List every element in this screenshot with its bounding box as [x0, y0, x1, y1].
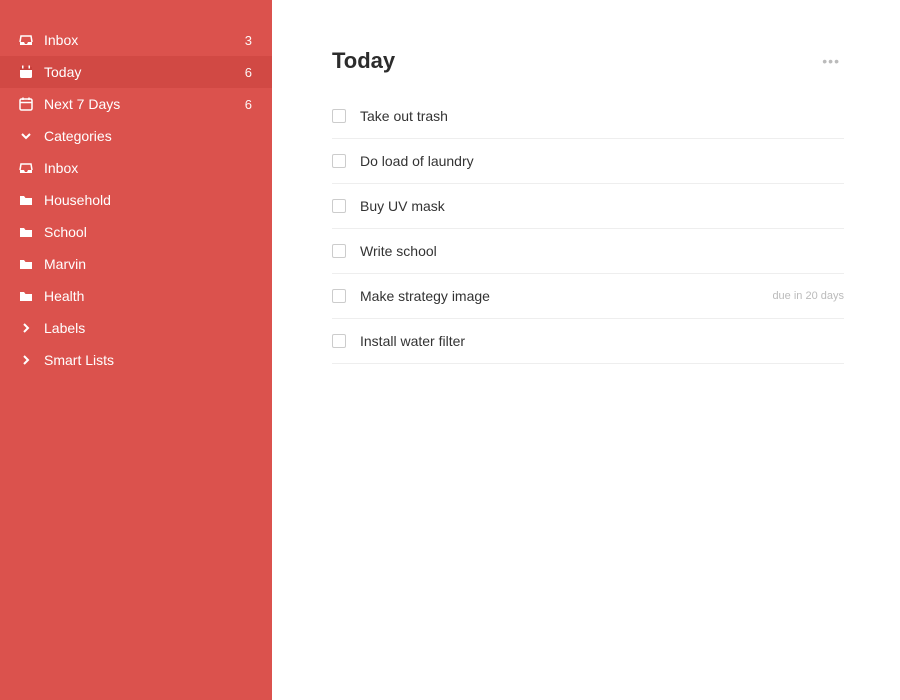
- sidebar-category-health[interactable]: Health: [0, 280, 272, 312]
- sidebar-category-marvin[interactable]: Marvin: [0, 248, 272, 280]
- sidebar-item-label: Marvin: [44, 256, 252, 272]
- sidebar-item-label: Next 7 Days: [44, 96, 245, 112]
- task-checkbox[interactable]: [332, 244, 346, 258]
- more-icon: •••: [822, 53, 840, 69]
- sidebar-item-label: Inbox: [44, 32, 245, 48]
- sidebar-item-count: 6: [245, 65, 252, 80]
- task-row[interactable]: Take out trash: [332, 94, 844, 139]
- calendar-icon: [18, 96, 34, 112]
- sidebar-category-inbox[interactable]: Inbox: [0, 152, 272, 184]
- folder-icon: [18, 192, 34, 208]
- sidebar-section-label: Labels: [44, 320, 252, 336]
- task-checkbox[interactable]: [332, 199, 346, 213]
- task-row[interactable]: Do load of laundry: [332, 139, 844, 184]
- task-checkbox[interactable]: [332, 289, 346, 303]
- chevron-right-icon: [18, 320, 34, 336]
- task-title: Buy UV mask: [360, 198, 844, 214]
- task-title: Install water filter: [360, 333, 844, 349]
- sidebar-item-label: School: [44, 224, 252, 240]
- task-checkbox[interactable]: [332, 334, 346, 348]
- task-row[interactable]: Write school: [332, 229, 844, 274]
- sidebar-section-smartlists[interactable]: Smart Lists: [0, 344, 272, 376]
- sidebar-item-today[interactable]: Today 6: [0, 56, 272, 88]
- main-content: Today ••• Take out trash Do load of laun…: [272, 0, 900, 700]
- sidebar-category-school[interactable]: School: [0, 216, 272, 248]
- chevron-right-icon: [18, 352, 34, 368]
- page-title: Today: [332, 48, 818, 74]
- sidebar-item-label: Inbox: [44, 160, 252, 176]
- header: Today •••: [332, 48, 844, 74]
- sidebar-item-inbox[interactable]: Inbox 3: [0, 24, 272, 56]
- folder-icon: [18, 256, 34, 272]
- sidebar-item-next7days[interactable]: Next 7 Days 6: [0, 88, 272, 120]
- task-meta: due in 20 days: [772, 290, 844, 302]
- folder-icon: [18, 224, 34, 240]
- task-row[interactable]: Install water filter: [332, 319, 844, 364]
- sidebar: Inbox 3 Today 6 Next 7 Days 6: [0, 0, 272, 700]
- sidebar-item-label: Health: [44, 288, 252, 304]
- sidebar-section-labels[interactable]: Labels: [0, 312, 272, 344]
- today-icon: [18, 64, 34, 80]
- sidebar-item-count: 3: [245, 33, 252, 48]
- sidebar-section-label: Categories: [44, 128, 252, 144]
- sidebar-item-label: Household: [44, 192, 252, 208]
- task-checkbox[interactable]: [332, 154, 346, 168]
- task-title: Make strategy image: [360, 288, 772, 304]
- inbox-icon: [18, 160, 34, 176]
- task-title: Take out trash: [360, 108, 844, 124]
- task-list: Take out trash Do load of laundry Buy UV…: [332, 94, 844, 364]
- more-menu-button[interactable]: •••: [818, 49, 844, 73]
- task-checkbox[interactable]: [332, 109, 346, 123]
- sidebar-item-label: Today: [44, 64, 245, 80]
- task-title: Write school: [360, 243, 844, 259]
- task-title: Do load of laundry: [360, 153, 844, 169]
- inbox-icon: [18, 32, 34, 48]
- task-row[interactable]: Make strategy image due in 20 days: [332, 274, 844, 319]
- chevron-down-icon: [18, 128, 34, 144]
- task-row[interactable]: Buy UV mask: [332, 184, 844, 229]
- sidebar-item-count: 6: [245, 97, 252, 112]
- sidebar-category-household[interactable]: Household: [0, 184, 272, 216]
- folder-icon: [18, 288, 34, 304]
- sidebar-section-label: Smart Lists: [44, 352, 252, 368]
- sidebar-section-categories[interactable]: Categories: [0, 120, 272, 152]
